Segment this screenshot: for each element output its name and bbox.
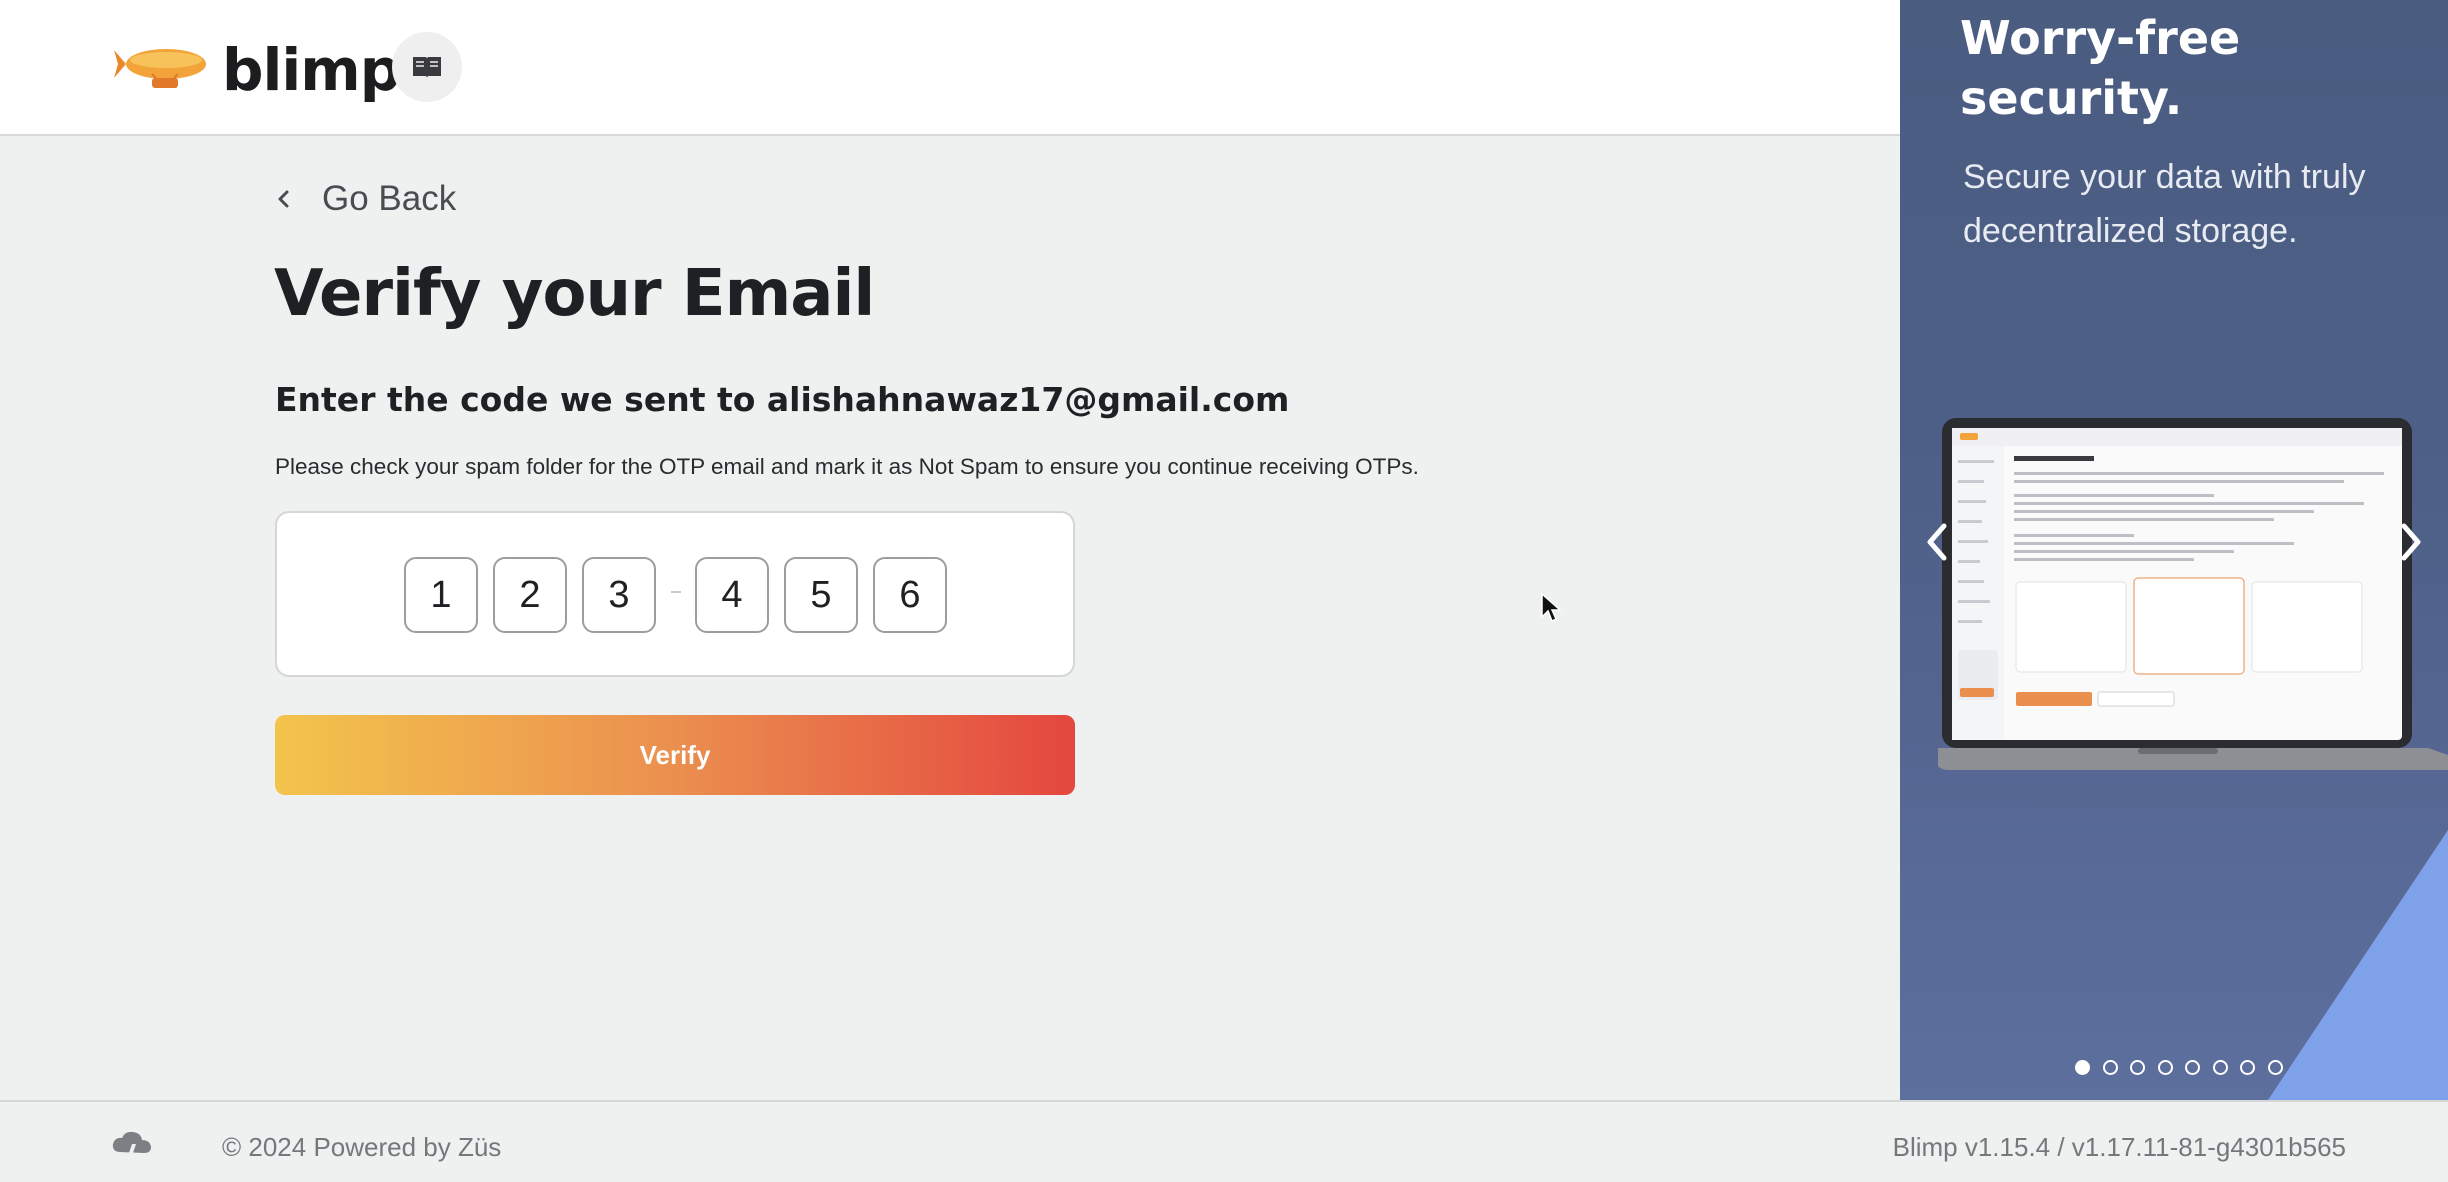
carousel-dots xyxy=(2075,1060,2295,1075)
page-title: Verify your Email xyxy=(274,257,875,331)
otp-input-group: 1 2 3 4 5 6 xyxy=(275,511,1075,677)
carousel-dot-8[interactable] xyxy=(2267,1060,2283,1075)
laptop-screenshot-image xyxy=(1938,418,2448,770)
blimp-airship-icon xyxy=(114,49,206,88)
carousel-dot-4[interactable] xyxy=(2157,1060,2173,1075)
otp-digit-4[interactable]: 4 xyxy=(695,557,769,633)
otp-digit-2[interactable]: 2 xyxy=(493,557,567,633)
otp-digit-1[interactable]: 1 xyxy=(404,557,478,633)
otp-separator xyxy=(671,591,681,593)
carousel-dot-7[interactable] xyxy=(2240,1060,2255,1075)
go-back-label: Go Back xyxy=(322,179,457,218)
header: blimp xyxy=(0,0,1900,136)
book-icon xyxy=(413,57,441,78)
blimp-logo[interactable]: blimp xyxy=(112,36,401,104)
otp-digit-6[interactable]: 6 xyxy=(873,557,947,633)
promo-title: Worry-free security. xyxy=(1960,11,2241,125)
carousel-dot-2[interactable] xyxy=(2102,1060,2118,1075)
otp-digit-3[interactable]: 3 xyxy=(582,557,656,633)
footer: © 2024 Powered by Züs Blimp v1.15.4 / v1… xyxy=(0,1100,2448,1182)
promo-text: Secure your data with truly decentralize… xyxy=(1963,158,2366,250)
carousel-dot-5[interactable] xyxy=(2185,1060,2200,1075)
brand-name: blimp xyxy=(222,36,401,104)
carousel-next-icon[interactable] xyxy=(2398,520,2424,564)
carousel-dot-6[interactable] xyxy=(2212,1060,2228,1075)
carousel-dot-3[interactable] xyxy=(2130,1060,2145,1075)
otp-digit-5[interactable]: 5 xyxy=(784,557,858,633)
carousel-dot-1[interactable] xyxy=(2075,1060,2090,1075)
verify-button[interactable]: Verify xyxy=(275,715,1075,795)
mouse-cursor-icon xyxy=(1541,593,1561,623)
code-sent-message: Enter the code we sent to alishahnawaz17… xyxy=(275,380,1290,419)
copyright-text: © 2024 Powered by Züs xyxy=(222,1132,502,1162)
promo-accent-shape xyxy=(2268,830,2448,1100)
docs-button[interactable] xyxy=(392,32,462,102)
zus-cloud-icon xyxy=(112,1131,151,1162)
verify-email-panel: Go Back Verify your Email Enter the code… xyxy=(0,137,1900,1100)
chevron-left-icon xyxy=(278,190,289,208)
promo-carousel: Worry-free security. Secure your data wi… xyxy=(1900,0,2448,1100)
spam-folder-note: Please check your spam folder for the OT… xyxy=(275,454,1419,479)
carousel-prev-icon[interactable] xyxy=(1924,520,1950,564)
version-text: Blimp v1.15.4 / v1.17.11-81-g4301b565 xyxy=(1892,1132,2346,1162)
go-back-link[interactable]: Go Back xyxy=(272,179,456,219)
